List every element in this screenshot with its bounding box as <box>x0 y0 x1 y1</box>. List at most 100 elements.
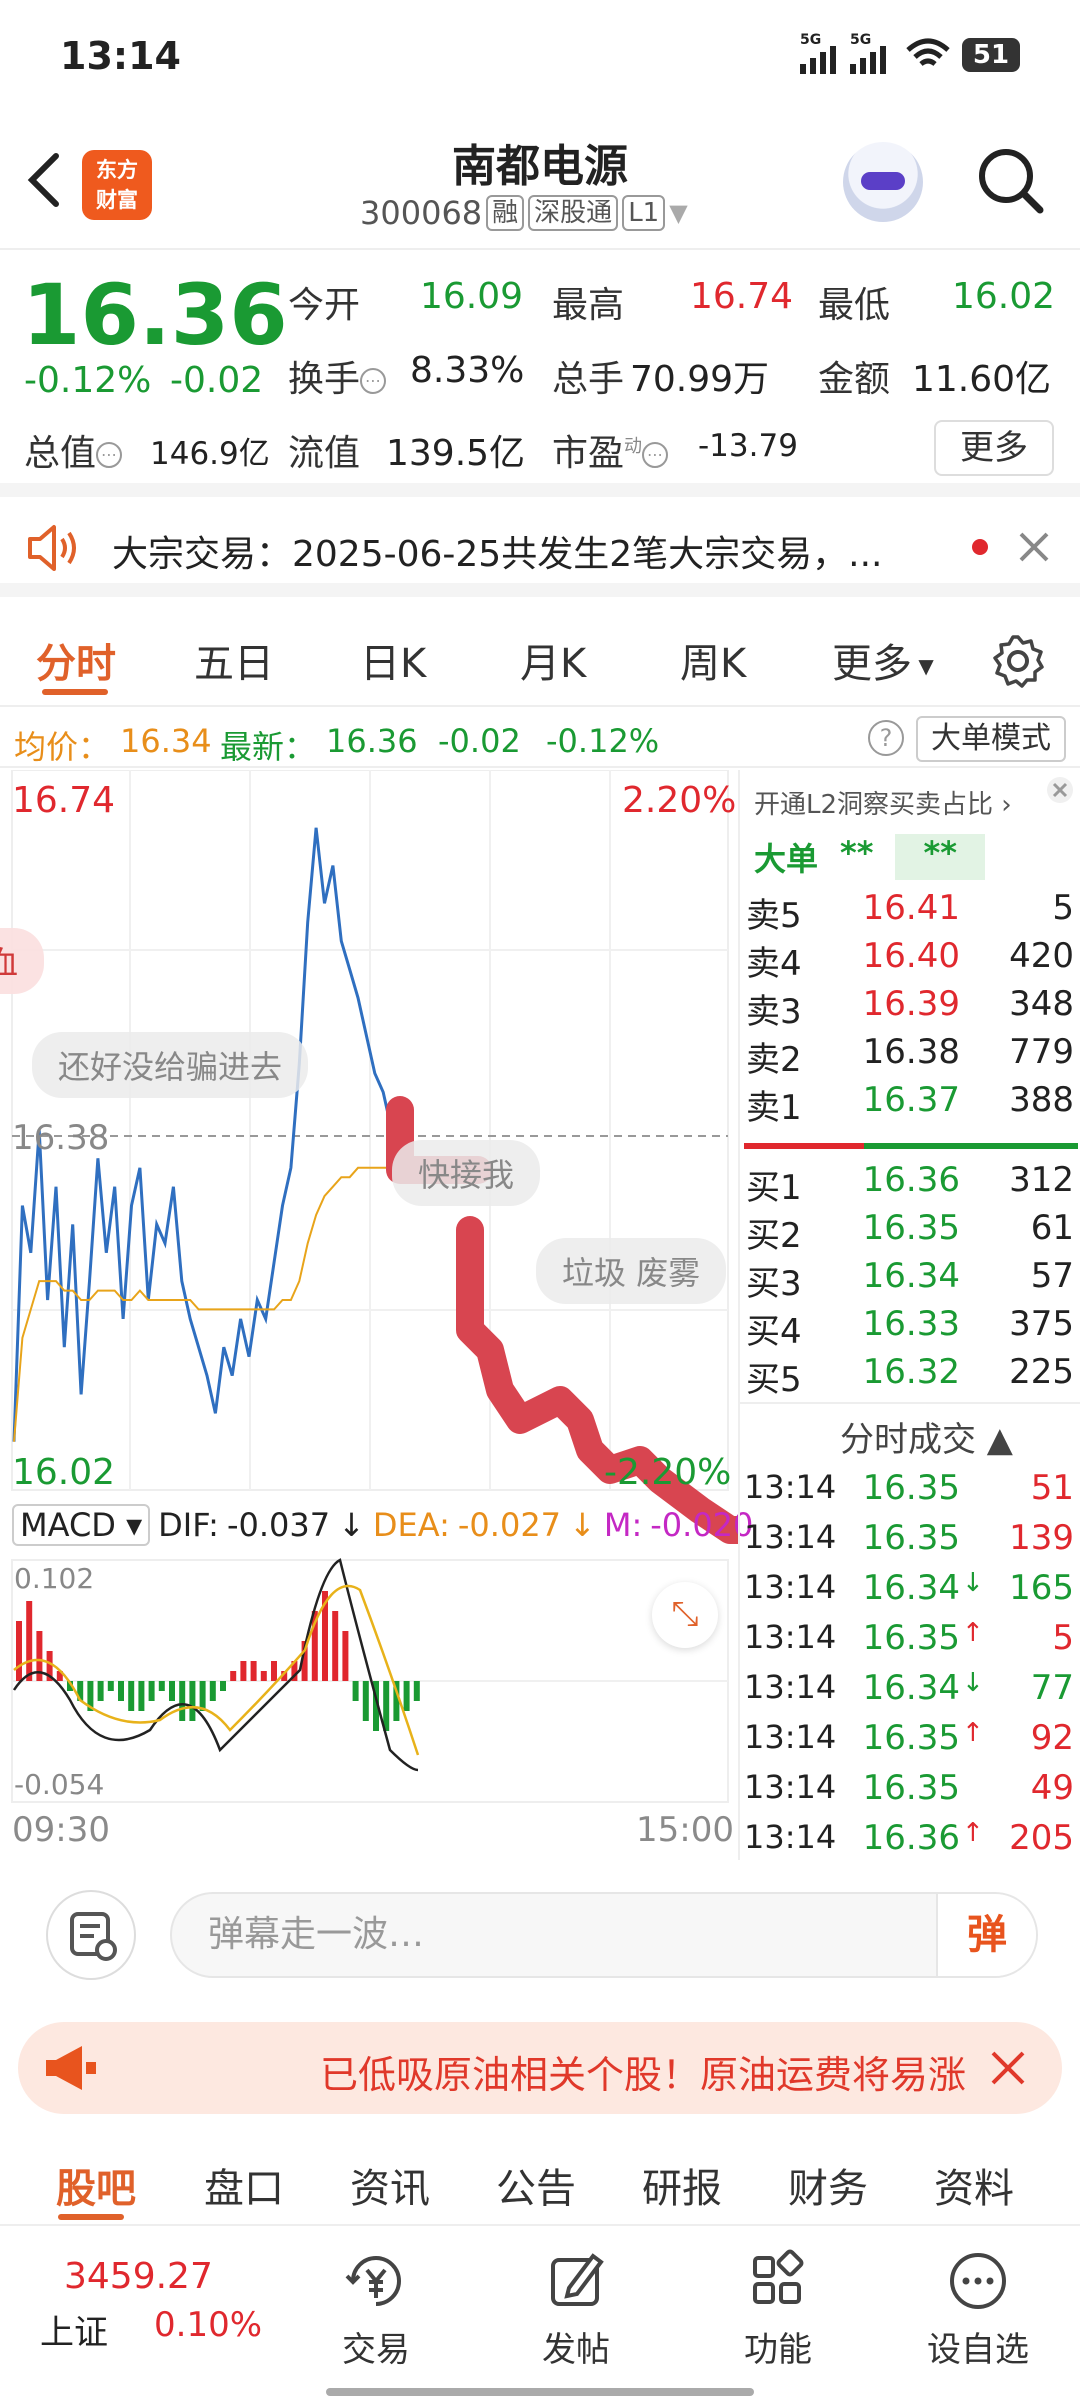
help-icon[interactable]: ? <box>868 720 904 756</box>
macd-bar <box>107 1681 114 1691</box>
clock: 13:14 <box>60 34 181 78</box>
nav-trade[interactable]: 交易 <box>306 2248 446 2371</box>
bid-row[interactable]: 买3 16.34 57 <box>740 1256 1080 1304</box>
bid-row[interactable]: 买2 16.35 61 <box>740 1208 1080 1256</box>
home-indicator <box>326 2388 754 2396</box>
tab-more[interactable]: 更多 ▼ <box>832 631 934 689</box>
ticks-header[interactable]: 分时成交 ▲ <box>840 1412 1013 1461</box>
big-order-row: 大单 ** ** <box>754 834 985 880</box>
speaker-icon <box>28 525 76 571</box>
level-volume: 375 <box>1009 1304 1074 1344</box>
tick-price: 16.35 <box>862 1718 960 1758</box>
macd-bar <box>220 1681 226 1691</box>
robot-assistant-icon[interactable] <box>843 142 923 222</box>
tick-volume: 139 <box>1009 1518 1074 1558</box>
danmu-settings-icon[interactable] <box>46 1890 136 1980</box>
tick-price: 16.35 <box>862 1618 960 1658</box>
bid-row[interactable]: 买5 16.32 225 <box>740 1352 1080 1400</box>
more-button[interactable]: 更多 <box>934 420 1054 476</box>
tick-time: 13:14 <box>744 1668 837 1706</box>
tab-research[interactable]: 研报 <box>642 2156 722 2214</box>
l2-promo-link[interactable]: 开通L2洞察买卖占比 › <box>754 784 1012 821</box>
index-ticker[interactable]: 3459.27 上证 0.10% <box>40 2256 310 2354</box>
stock-header: 东方 财富 南都电源 300068 融 深股通 L1 ▼ <box>0 110 1080 250</box>
ask-row[interactable]: 卖1 16.37 388 <box>740 1080 1080 1128</box>
macd-bar <box>26 1601 33 1681</box>
price-summary-bar: 均价： 16.34 最新： 16.36 -0.02 -0.12% ? 大单模式 <box>0 710 1080 768</box>
level-label: 买3 <box>746 1264 802 1304</box>
dea-value: -0.027 <box>457 1506 562 1544</box>
macd-bar <box>16 1621 22 1681</box>
last-value: 16.36 <box>326 722 418 760</box>
tab-intraday[interactable]: 分时 <box>36 631 116 689</box>
ask-row[interactable]: 卖3 16.39 348 <box>740 984 1080 1032</box>
ask-row[interactable]: 卖4 16.40 420 <box>740 936 1080 984</box>
expand-icon[interactable]: ⤡ <box>652 1582 718 1648</box>
danmu-input[interactable]: 弹幕走一波… 弹 <box>170 1892 1038 1978</box>
turnover-label: 换手 ⋯ <box>288 350 387 402</box>
yuan-icon <box>345 2256 401 2306</box>
dif-label: DIF: <box>158 1506 219 1544</box>
tick-time: 13:14 <box>744 1618 837 1656</box>
tab-daily-k[interactable]: 日K <box>360 631 426 689</box>
big-order-mode-button[interactable]: 大单模式 <box>916 716 1066 762</box>
stock-code-row[interactable]: 300068 融 深股通 L1 ▼ <box>360 194 688 232</box>
macd-bar <box>362 1681 369 1721</box>
tick-price: 16.35 <box>862 1768 960 1808</box>
macd-selector[interactable]: MACD ▾ <box>12 1504 151 1546</box>
tab-profile[interactable]: 资料 <box>934 2156 1014 2214</box>
tab-announcements[interactable]: 公告 <box>496 2156 576 2214</box>
info-icon: ⋯ <box>360 368 387 394</box>
close-icon[interactable] <box>990 2050 1026 2086</box>
danmu-bubble: 还好没给骗进去 <box>32 1032 309 1098</box>
level-label: 卖5 <box>746 896 802 936</box>
close-icon[interactable] <box>1046 776 1074 804</box>
avg-price-line <box>13 1166 400 1442</box>
nav-add-watchlist[interactable]: 设自选 <box>908 2248 1048 2371</box>
pe-value: -13.79 <box>698 428 798 464</box>
nav-functions[interactable]: 功能 <box>708 2248 848 2371</box>
level-price: 16.41 <box>862 888 960 928</box>
ask-row[interactable]: 卖2 16.38 779 <box>740 1032 1080 1080</box>
bid-ask-ratio-bar <box>744 1143 1078 1149</box>
ask-row[interactable]: 卖5 16.41 5 <box>740 888 1080 936</box>
intraday-chart[interactable]: 16.74 2.20% 16.38 16.02 -2.20% 血 还好没给骗进去… <box>0 770 753 1860</box>
macd-bar <box>240 1661 247 1681</box>
bid-row[interactable]: 买4 16.33 375 <box>740 1304 1080 1352</box>
danmu-send-button[interactable]: 弹 <box>936 1894 1036 1976</box>
megaphone-icon <box>46 2046 96 2090</box>
gear-icon[interactable] <box>990 633 1046 689</box>
macd-bar <box>179 1681 186 1721</box>
promo-banner[interactable]: 已低吸原油相关个股！原油运费将易涨 <box>18 2022 1062 2114</box>
last-pct: -0.12% <box>546 722 660 760</box>
bid-row[interactable]: 买1 16.36 312 <box>740 1160 1080 1208</box>
trade-tick-row: 13:14 16.35 51 <box>740 1468 1080 1516</box>
level-price: 16.36 <box>862 1160 960 1200</box>
level-price: 16.38 <box>862 1032 960 1072</box>
bottom-navigation: 3459.27 上证 0.10% 交易 发帖 功能 设自选 <box>0 2228 1080 2400</box>
signal-1-icon: 5G <box>800 32 836 78</box>
info-icon: ⋯ <box>96 442 123 468</box>
close-icon[interactable] <box>1018 531 1050 563</box>
tab-news[interactable]: 资讯 <box>350 2156 430 2214</box>
level-label: 卖4 <box>746 944 802 984</box>
search-icon[interactable] <box>976 146 1046 216</box>
tab-monthly-k[interactable]: 月K <box>520 631 586 689</box>
tab-finance[interactable]: 财务 <box>788 2156 868 2214</box>
tab-underline <box>42 689 108 695</box>
tab-weekly-k[interactable]: 周K <box>680 631 746 689</box>
level-price: 16.39 <box>862 984 960 1024</box>
tick-direction-icon: ↓ <box>962 1568 984 1598</box>
macd-bar <box>230 1671 237 1681</box>
tab-handicap[interactable]: 盘口 <box>204 2156 284 2214</box>
danmu-bubble: 快接我 <box>392 1140 541 1206</box>
nav-post[interactable]: 发帖 <box>506 2248 646 2371</box>
macd-bar <box>169 1681 175 1701</box>
level-label: 买5 <box>746 1360 802 1400</box>
grid-icon <box>753 2249 804 2304</box>
tab-forum[interactable]: 股吧 <box>56 2156 136 2214</box>
news-banner[interactable]: 大宗交易：2025-06-25共发生2笔大宗交易，... <box>0 497 1080 597</box>
mktcap-value: 146.9亿 <box>150 436 270 472</box>
tab-five-day[interactable]: 五日 <box>194 631 274 689</box>
tick-time: 13:14 <box>744 1518 837 1556</box>
